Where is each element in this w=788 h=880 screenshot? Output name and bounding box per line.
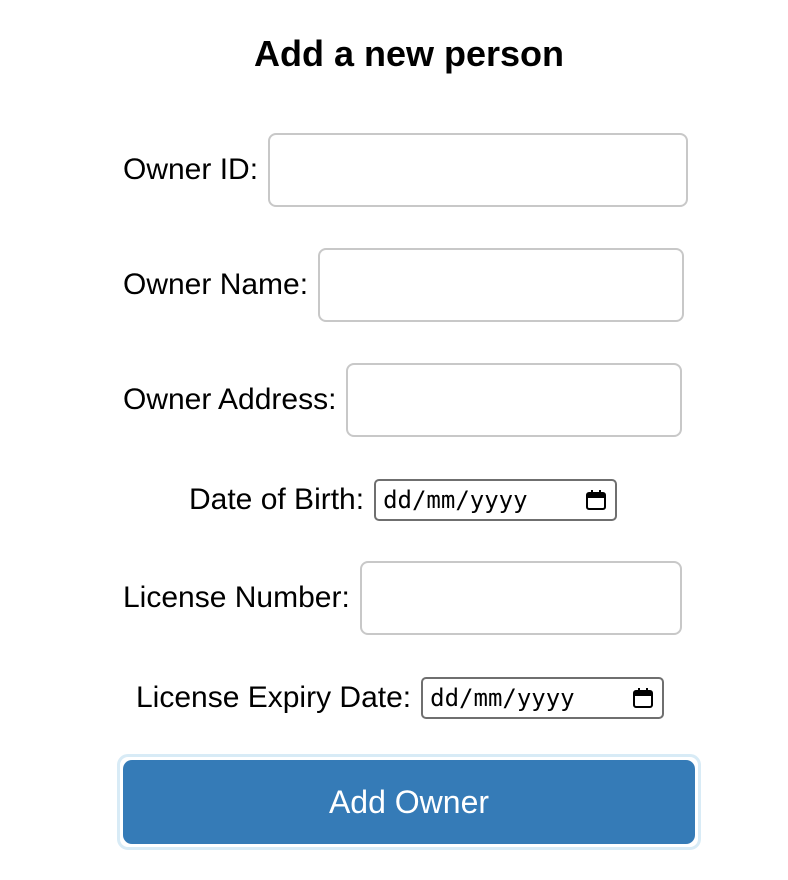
- date-of-birth-placeholder: dd/mm/yyyy: [383, 486, 528, 514]
- date-of-birth-input[interactable]: dd/mm/yyyy: [374, 479, 618, 521]
- license-expiry-placeholder: dd/mm/yyyy: [430, 684, 575, 712]
- add-owner-button-focus-ring: Add Owner: [117, 754, 701, 850]
- owner-address-label: Owner Address:: [123, 383, 337, 416]
- license-number-input[interactable]: [359, 561, 682, 635]
- calendar-icon[interactable]: [585, 489, 607, 511]
- license-number-row: License Number:: [123, 561, 682, 635]
- calendar-icon[interactable]: [632, 687, 654, 709]
- owner-id-row: Owner ID:: [123, 133, 689, 207]
- owner-name-label: Owner Name:: [123, 268, 309, 301]
- owner-id-label: Owner ID:: [123, 153, 259, 186]
- add-owner-button[interactable]: Add Owner: [123, 760, 695, 844]
- license-number-label: License Number:: [123, 581, 350, 614]
- owner-name-input[interactable]: [318, 248, 685, 322]
- page-title: Add a new person: [253, 33, 565, 74]
- owner-name-row: Owner Name:: [123, 248, 685, 322]
- owner-id-input[interactable]: [268, 133, 689, 207]
- license-expiry-label: License Expiry Date:: [136, 681, 412, 714]
- owner-address-input[interactable]: [346, 363, 683, 437]
- license-expiry-row: License Expiry Date: dd/mm/yyyy: [136, 677, 665, 719]
- license-expiry-input[interactable]: dd/mm/yyyy: [421, 677, 665, 719]
- date-of-birth-row: Date of Birth: dd/mm/yyyy: [189, 479, 618, 521]
- date-of-birth-label: Date of Birth:: [189, 483, 365, 516]
- owner-address-row: Owner Address:: [123, 363, 683, 437]
